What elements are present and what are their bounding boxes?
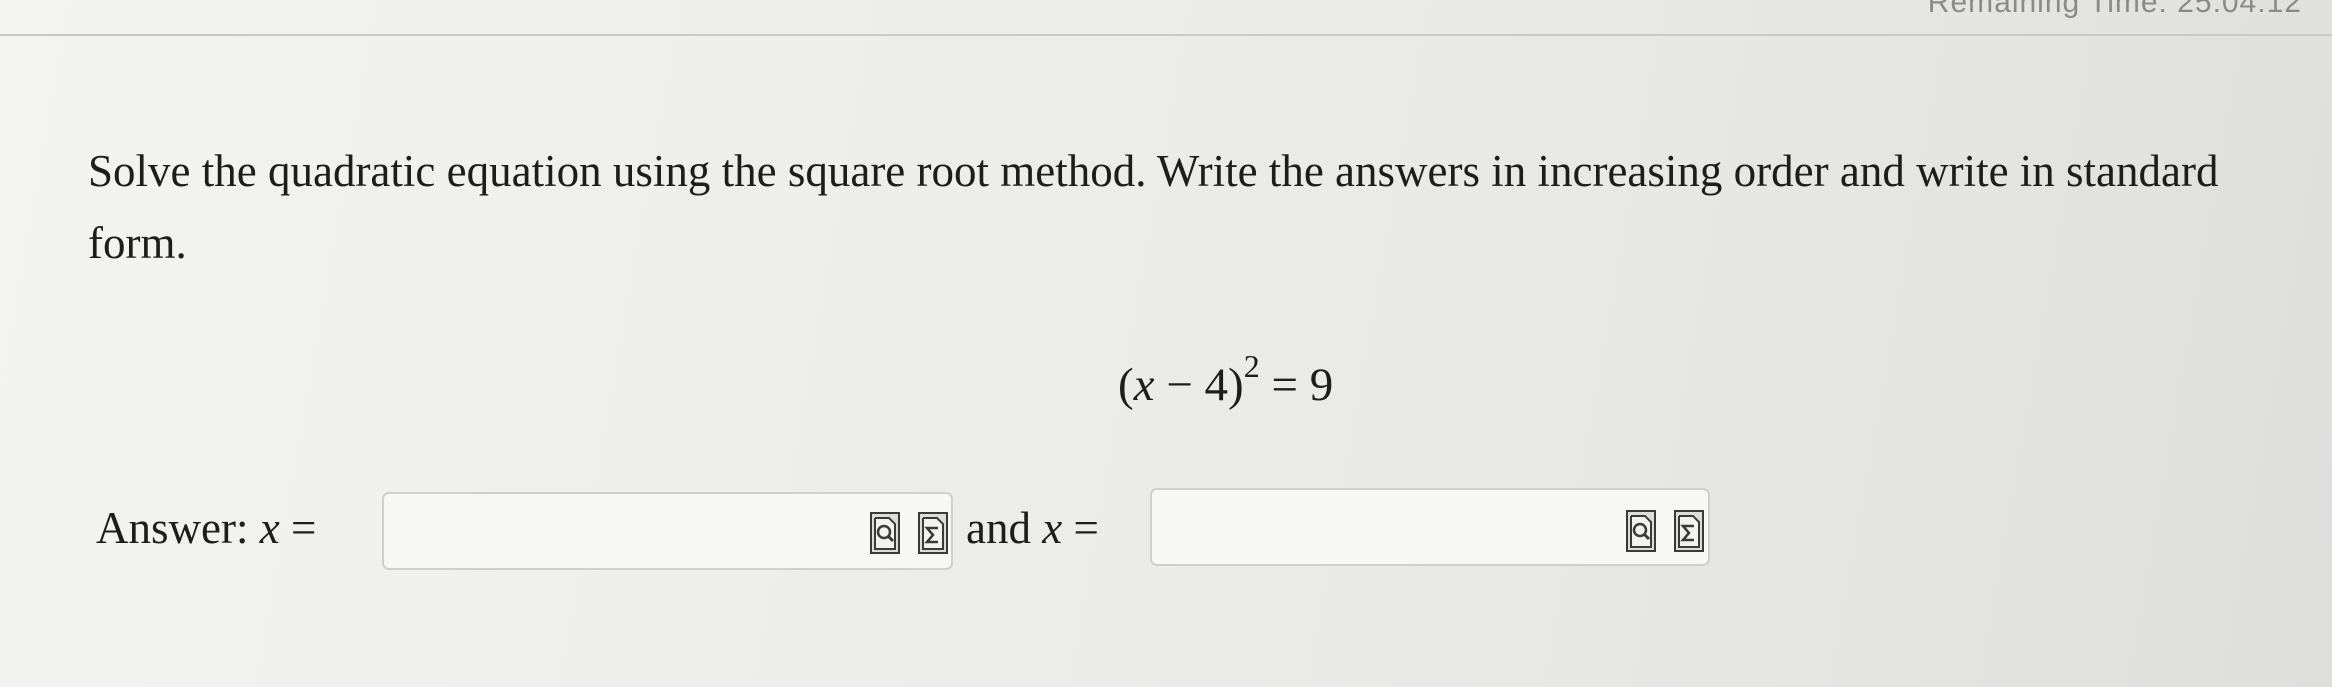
- answer-variable: x: [259, 503, 280, 553]
- preview-button-2[interactable]: [1626, 510, 1656, 552]
- second-answer-variable: x: [1042, 503, 1063, 553]
- question-prompt: Solve the quadratic equation using the s…: [88, 146, 2219, 268]
- header-divider: [0, 34, 2332, 36]
- and-text: and: [966, 503, 1043, 553]
- equation-exponent: 2: [1243, 348, 1260, 385]
- equation: (x − 4)2 = 9: [1118, 350, 1334, 412]
- answer-prefix: Answer:: [96, 503, 260, 553]
- equation-editor-button-2[interactable]: [1674, 510, 1704, 552]
- equation-editor-button-1[interactable]: [918, 512, 948, 554]
- remaining-time: Remaining Time: 25:04:12: [1927, 0, 2302, 19]
- magnifier-preview-icon: [874, 517, 896, 550]
- answer-equals: =: [279, 503, 317, 553]
- second-answer-equals: =: [1062, 503, 1099, 553]
- magnifier-preview-icon: [1630, 515, 1652, 548]
- sigma-equation-editor-icon: [1678, 515, 1700, 548]
- equation-open-paren: (: [1118, 359, 1134, 411]
- equation-variable: x: [1133, 359, 1155, 411]
- equation-rhs: = 9: [1259, 359, 1334, 411]
- sigma-equation-editor-icon: [922, 517, 944, 550]
- preview-button-1[interactable]: [870, 512, 900, 554]
- answer-row: Answer: x = and x =: [96, 488, 2316, 574]
- first-answer-input[interactable]: [382, 492, 953, 570]
- answer-label: Answer: x =: [96, 502, 316, 554]
- equation-binomial-rest: − 4): [1154, 359, 1244, 411]
- and-label: and x =: [966, 502, 1099, 554]
